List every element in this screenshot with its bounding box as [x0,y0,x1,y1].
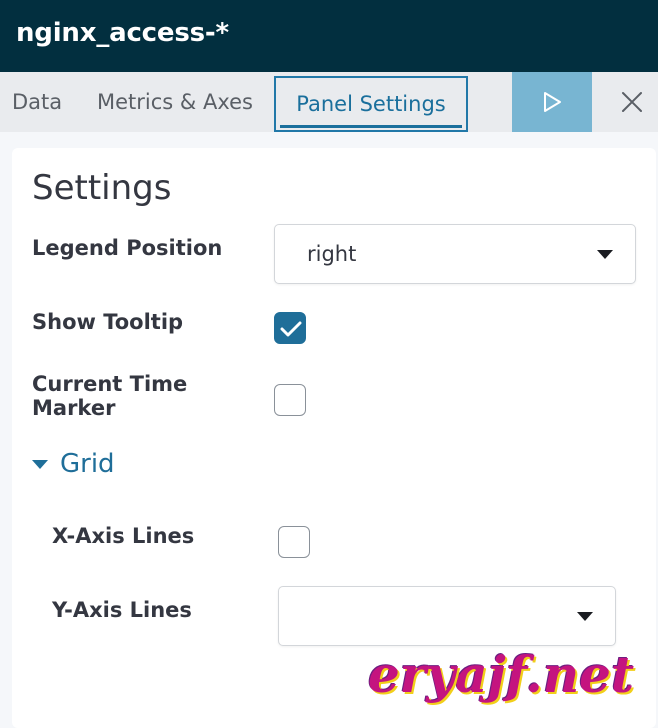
legend-position-select[interactable]: right [274,224,636,284]
settings-title: Settings [32,168,172,208]
checkmark-icon [280,321,302,337]
current-time-marker-label: Current Time Marker [32,372,187,420]
x-axis-lines-label: X-Axis Lines [52,524,195,548]
y-axis-lines-label: Y-Axis Lines [52,598,192,622]
tab-metrics-axes[interactable]: Metrics & Axes [97,72,253,132]
current-time-marker-label-line1: Current Time [32,372,188,396]
play-icon [544,92,561,112]
tab-panel-settings-label: Panel Settings [296,92,446,116]
close-icon [622,92,642,112]
tab-data[interactable]: Data [12,72,62,132]
show-tooltip-label: Show Tooltip [32,310,184,334]
editor-tabbar: Data Metrics & Axes Panel Settings [0,72,658,132]
current-time-marker-checkbox[interactable] [274,384,306,416]
chevron-down-icon [597,250,613,259]
legend-position-value: right [307,242,357,266]
close-button[interactable] [606,72,658,132]
current-time-marker-label-line2: Marker [32,396,116,420]
tab-panel-settings[interactable]: Panel Settings [274,76,468,132]
apply-changes-button[interactable] [512,72,592,132]
watermark: eryajf.net [368,645,635,704]
chevron-down-icon [577,612,593,621]
show-tooltip-checkbox[interactable] [274,312,306,344]
app-header: nginx_access-* [0,0,658,72]
x-axis-lines-checkbox[interactable] [278,526,310,558]
active-tab-indicator [280,125,462,128]
y-axis-lines-select[interactable] [278,586,616,646]
chevron-down-icon [32,460,48,469]
grid-section-label: Grid [60,449,115,479]
index-pattern-title: nginx_access-* [16,18,229,48]
legend-position-label: Legend Position [32,236,223,260]
